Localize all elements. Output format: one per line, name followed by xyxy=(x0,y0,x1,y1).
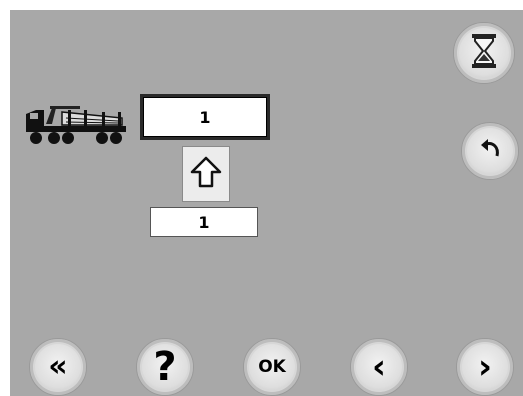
arrow-up-icon xyxy=(189,155,223,193)
ok-button[interactable]: OK xyxy=(243,338,301,396)
previous-button[interactable]: ‹ xyxy=(350,338,408,396)
hourglass-button[interactable] xyxy=(453,22,515,84)
value-field-top[interactable]: 1 xyxy=(140,94,270,140)
undo-icon xyxy=(477,137,503,165)
value-field-top-text: 1 xyxy=(143,97,267,137)
screen: 1 1 « ? OK ‹ › xyxy=(10,10,523,396)
undo-button[interactable] xyxy=(461,122,519,180)
hourglass-icon xyxy=(469,33,499,73)
help-button[interactable]: ? xyxy=(136,338,194,396)
first-button[interactable]: « xyxy=(29,338,87,396)
arrow-up-button[interactable] xyxy=(182,146,230,202)
chevron-left-icon: ‹ xyxy=(371,347,386,387)
ok-label: OK xyxy=(258,356,286,377)
log-truck-icon xyxy=(22,104,130,148)
next-button[interactable]: › xyxy=(456,338,514,396)
help-label: ? xyxy=(153,344,177,390)
value-field-bottom[interactable]: 1 xyxy=(150,207,258,237)
chevron-right-icon: › xyxy=(477,347,492,387)
double-chevron-left-icon: « xyxy=(48,349,68,384)
